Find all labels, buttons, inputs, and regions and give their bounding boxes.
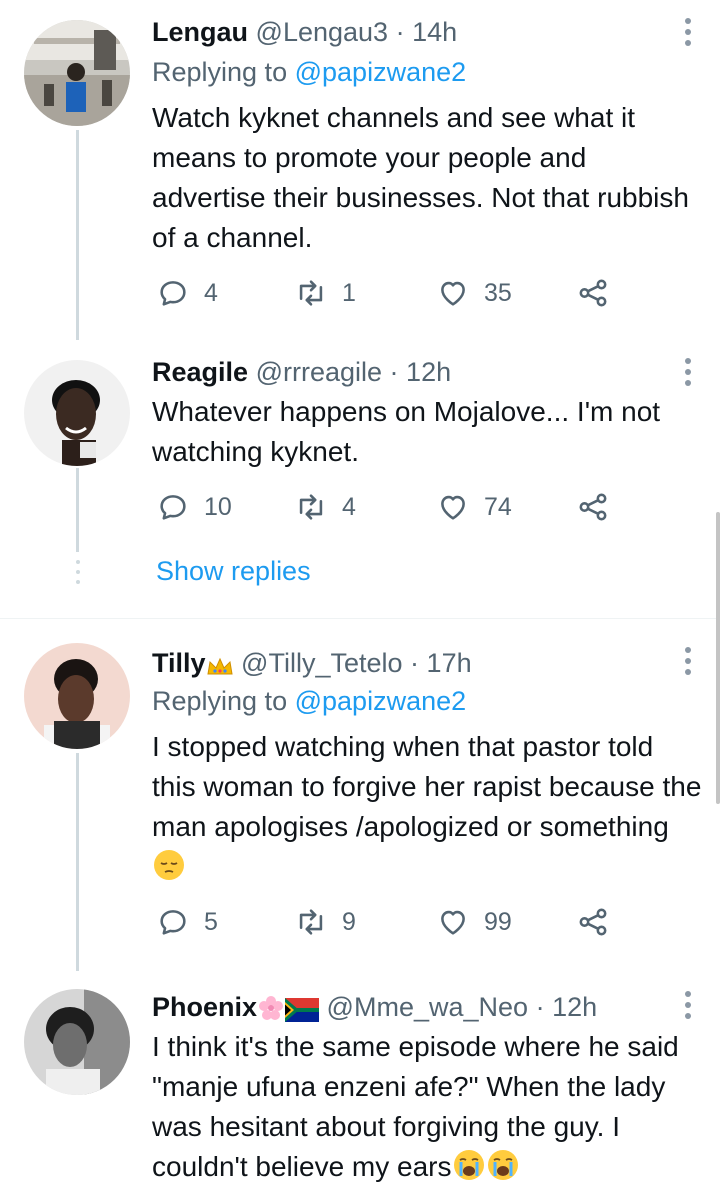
tweet-header: Phoenix @Mme_wa_Neo · 12h <box>152 989 597 1031</box>
tweet-reagile[interactable]: Reagile @rrreagile · 12h Whatever happen… <box>0 340 720 618</box>
thread-gap-dots <box>76 560 80 590</box>
retweet-count: 4 <box>342 492 356 521</box>
share-button[interactable] <box>576 276 624 310</box>
like-count: 99 <box>484 907 512 936</box>
crying-emoji <box>486 1148 520 1193</box>
show-replies-link[interactable]: Show replies <box>156 556 311 587</box>
tweet-actions: 5 9 99 <box>152 905 692 945</box>
reply-icon <box>160 910 186 935</box>
avatar-image <box>24 989 130 1095</box>
tweet-header: Tilly @Tilly_Tetelo · 17h <box>152 645 472 687</box>
retweet-icon <box>299 909 323 935</box>
separator-dot: · <box>395 17 405 47</box>
avatar-lengau[interactable] <box>24 20 130 126</box>
tweet-actions: 4 1 35 <box>152 276 692 316</box>
retweet-button[interactable]: 1 <box>294 276 356 310</box>
tweet-phoenix[interactable]: Phoenix @Mme_wa_Neo · 12h I think it's t… <box>0 971 720 1204</box>
reply-icon <box>160 495 186 520</box>
replying-handle-link[interactable]: @papizwane2 <box>295 57 467 87</box>
tweet-text: I think it's the same episode where he s… <box>152 1027 702 1193</box>
retweet-icon <box>299 280 323 306</box>
like-icon <box>441 495 465 520</box>
scrollbar[interactable] <box>716 512 720 804</box>
user-handle[interactable]: @Tilly_Tetelo <box>241 648 402 678</box>
share-button[interactable] <box>576 905 624 939</box>
timestamp[interactable]: 17h <box>427 648 472 678</box>
retweet-button[interactable]: 9 <box>294 905 356 939</box>
blossom-emoji <box>257 994 285 1031</box>
thread-line <box>76 130 79 340</box>
tweet-text: Whatever happens on Mojalove... I'm not … <box>152 396 661 467</box>
avatar-tilly[interactable] <box>24 643 130 749</box>
crying-emoji <box>452 1148 486 1193</box>
tweet-text-body: I stopped watching when that pastor told… <box>152 731 702 842</box>
display-name[interactable]: Tilly <box>152 648 206 678</box>
display-name[interactable]: Lengau <box>152 17 248 47</box>
timestamp[interactable]: 12h <box>406 357 451 387</box>
like-icon <box>441 281 465 306</box>
display-name[interactable]: Phoenix <box>152 992 257 1022</box>
user-handle[interactable]: @rrreagile <box>256 357 382 387</box>
like-button[interactable]: 74 <box>436 490 512 524</box>
avatar-phoenix[interactable] <box>24 989 130 1095</box>
avatar-image <box>24 20 130 126</box>
more-icon[interactable] <box>684 358 692 391</box>
tweet-text: I stopped watching when that pastor told… <box>152 727 702 893</box>
avatar-reagile[interactable] <box>24 360 130 466</box>
user-handle[interactable]: @Lengau3 <box>256 17 389 47</box>
share-button[interactable] <box>576 490 624 524</box>
reply-button[interactable]: 5 <box>156 905 218 939</box>
separator-dot: · <box>535 992 545 1022</box>
pensive-emoji <box>152 848 186 893</box>
tweet-text: Watch kyknet channels and see what it me… <box>152 102 689 253</box>
display-name[interactable]: Reagile <box>152 357 248 387</box>
share-icon <box>579 279 607 307</box>
reply-button[interactable]: 4 <box>156 276 218 310</box>
more-icon[interactable] <box>684 18 692 51</box>
retweet-count: 9 <box>342 907 356 936</box>
like-button[interactable]: 99 <box>436 905 512 939</box>
tweet-tilly[interactable]: Tilly @Tilly_Tetelo · 17h Replying to @p… <box>0 619 720 971</box>
timestamp[interactable]: 14h <box>412 17 457 47</box>
reply-count: 5 <box>204 907 218 936</box>
replying-label: Replying to <box>152 57 288 87</box>
replying-to: Replying to @papizwane2 <box>152 683 466 719</box>
like-icon <box>441 910 465 935</box>
tweet-lengau[interactable]: Lengau @Lengau3 · 14h Replying to @papiz… <box>0 0 720 340</box>
retweet-icon <box>299 494 323 520</box>
like-count: 35 <box>484 278 512 307</box>
crown-emoji <box>206 651 234 687</box>
user-handle[interactable]: @Mme_wa_Neo <box>327 992 529 1022</box>
thread-line <box>76 753 79 971</box>
more-icon[interactable] <box>684 647 692 680</box>
reply-count: 4 <box>204 278 218 307</box>
avatar-image <box>24 360 130 466</box>
tweet-text-body: I think it's the same episode where he s… <box>152 1031 679 1182</box>
separator-dot: · <box>410 648 420 678</box>
share-icon <box>579 493 607 521</box>
like-button[interactable]: 35 <box>436 276 512 310</box>
tweet-header: Reagile @rrreagile · 12h <box>152 354 451 390</box>
tweet-header: Lengau @Lengau3 · 14h <box>152 14 457 50</box>
avatar-image <box>24 643 130 749</box>
reply-count: 10 <box>204 492 232 521</box>
reply-icon <box>160 281 186 306</box>
more-icon[interactable] <box>684 991 692 1024</box>
replying-handle-link[interactable]: @papizwane2 <box>295 686 467 716</box>
reply-button[interactable]: 10 <box>156 490 232 524</box>
share-icon <box>579 908 607 936</box>
retweet-count: 1 <box>342 278 356 307</box>
timestamp[interactable]: 12h <box>552 992 597 1022</box>
replying-label: Replying to <box>152 686 288 716</box>
south-africa-flag-emoji <box>285 995 320 1031</box>
like-count: 74 <box>484 492 512 521</box>
thread-line <box>76 468 79 552</box>
replying-to: Replying to @papizwane2 <box>152 54 466 90</box>
tweet-actions: 10 4 74 <box>152 490 692 530</box>
retweet-button[interactable]: 4 <box>294 490 356 524</box>
separator-dot: · <box>389 357 399 387</box>
